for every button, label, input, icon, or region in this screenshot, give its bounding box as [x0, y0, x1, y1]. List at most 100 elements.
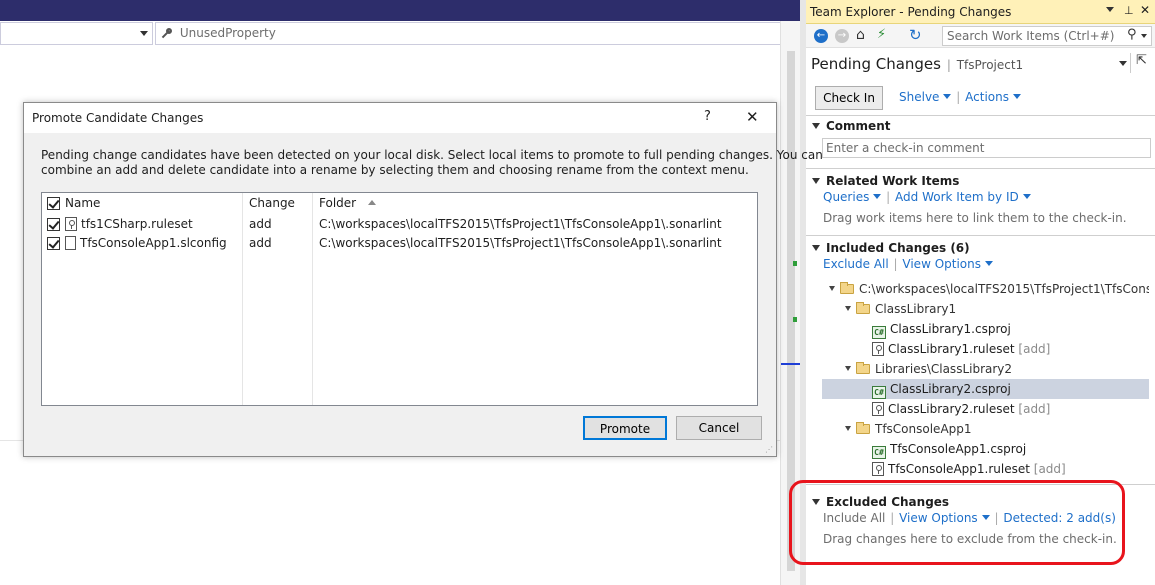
tree-folder[interactable]: TfsConsoleApp1 — [845, 419, 972, 439]
change-tag: [add] — [1033, 462, 1066, 476]
team-explorer-toolbar: ← → ⌂ ⚡ ↻ Search Work Items (Ctrl+#) ⚲ — [806, 24, 1155, 48]
root-path-label: C:\workspaces\localTFS2015\TfsProject1\T… — [859, 282, 1149, 296]
tree-file[interactable]: C# ClassLibrary1.csproj — [872, 319, 1011, 339]
queries-label: Queries — [823, 190, 870, 204]
tree-root-folder[interactable]: C:\workspaces\localTFS2015\TfsProject1\T… — [829, 279, 1149, 299]
check-in-button[interactable]: Check In — [815, 86, 883, 110]
shelve-link[interactable]: Shelve — [899, 90, 952, 104]
file-label: TfsConsoleApp1.ruleset — [888, 462, 1030, 476]
folder-header-label: Folder — [319, 196, 357, 210]
included-changes-header[interactable]: Included Changes (6) — [812, 241, 970, 255]
search-icon[interactable]: ⚲ — [1127, 27, 1137, 42]
home-icon[interactable]: ⌂ — [856, 27, 865, 43]
resize-grip-icon[interactable]: ⋰ — [765, 445, 775, 455]
queries-link[interactable]: Queries — [823, 190, 882, 204]
exclude-all-link[interactable]: Exclude All — [823, 257, 889, 271]
close-icon[interactable]: ✕ — [1140, 3, 1150, 17]
row-name-label: tfs1CSharp.ruleset — [81, 217, 193, 231]
editor-tab-strip — [0, 0, 800, 21]
tree-file-selected[interactable]: C# ClassLibrary2.csproj — [872, 379, 1011, 399]
row-name-label: TfsConsoleApp1.slconfig — [80, 236, 227, 250]
check-in-comment-input[interactable]: Enter a check-in comment — [822, 138, 1151, 158]
page-title[interactable]: Pending Changes — [811, 55, 941, 73]
ruleset-icon — [65, 217, 77, 231]
related-links: Queries | Add Work Item by ID — [823, 190, 1031, 204]
close-button[interactable]: ✕ — [746, 108, 759, 126]
chevron-down-icon — [1012, 94, 1021, 99]
pin-icon[interactable]: ⊥ — [1124, 4, 1134, 17]
file-label: TfsConsoleApp1.csproj — [890, 442, 1027, 456]
select-all-checkbox[interactable] — [47, 195, 60, 213]
actions-label: Actions — [965, 90, 1009, 104]
view-options-label: View Options — [902, 257, 981, 271]
chevron-down-icon[interactable] — [1141, 34, 1147, 38]
column-header-change[interactable]: Change — [249, 194, 295, 212]
file-icon — [65, 236, 76, 250]
chevron-down-icon — [985, 261, 993, 266]
comment-section-header[interactable]: Comment — [812, 119, 890, 133]
csproj-icon: C# — [872, 386, 886, 399]
forward-icon[interactable]: → — [835, 29, 849, 43]
included-header: Included Changes (6) — [826, 241, 970, 255]
table-row-name[interactable]: TfsConsoleApp1.slconfig — [65, 234, 227, 252]
dialog-title: Promote Candidate Changes — [32, 111, 204, 125]
tree-file[interactable]: C# TfsConsoleApp1.csproj — [872, 439, 1026, 459]
ruleset-icon — [872, 462, 884, 476]
promote-candidate-dialog: Promote Candidate Changes ? ✕ Pending ch… — [23, 102, 823, 457]
actions-link[interactable]: Actions — [965, 90, 1021, 104]
page-menu-icon[interactable] — [1119, 61, 1127, 66]
row-folder: C:\workspaces\localTFS2015\TfsProject1\T… — [319, 236, 722, 250]
tree-folder[interactable]: ClassLibrary1 — [845, 299, 956, 319]
window-menu-icon[interactable] — [1106, 7, 1114, 12]
comment-placeholder: Enter a check-in comment — [826, 141, 985, 155]
sort-ascending-icon — [367, 200, 376, 205]
help-button[interactable]: ? — [704, 109, 711, 124]
project-name: TfsProject1 — [956, 58, 1024, 72]
tree-file[interactable]: ClassLibrary2.ruleset [add] — [872, 399, 1050, 419]
nav-type-dropdown[interactable] — [0, 22, 153, 45]
candidate-list[interactable]: Name Change Folder tfs1CSharp.ruleset ad… — [41, 192, 758, 406]
undock-icon[interactable]: ⇱ — [1136, 53, 1147, 68]
file-label: ClassLibrary2.ruleset — [888, 402, 1015, 416]
wrench-icon — [160, 28, 172, 40]
view-options-link[interactable]: View Options — [902, 257, 993, 271]
column-separator — [312, 193, 313, 405]
section-divider — [806, 235, 1155, 236]
row-change: add — [249, 217, 272, 231]
collapse-triangle-icon — [812, 245, 820, 251]
row-change: add — [249, 236, 272, 250]
nav-member-dropdown[interactable]: UnusedProperty — [155, 22, 797, 45]
add-work-item-link[interactable]: Add Work Item by ID — [895, 190, 1031, 204]
tree-file[interactable]: TfsConsoleApp1.ruleset [add] — [872, 459, 1066, 479]
expand-triangle-icon — [845, 306, 851, 311]
folder-label: TfsConsoleApp1 — [875, 422, 972, 436]
change-tag: [add] — [1018, 402, 1051, 416]
column-separator — [242, 193, 243, 405]
refresh-icon[interactable]: ↻ — [909, 26, 922, 44]
row-checkbox[interactable] — [47, 235, 60, 253]
folder-icon — [856, 302, 870, 314]
tree-file[interactable]: ClassLibrary1.ruleset [add] — [872, 339, 1050, 359]
related-work-items-header[interactable]: Related Work Items — [812, 174, 959, 188]
collapse-triangle-icon — [812, 123, 820, 129]
folder-label: ClassLibrary1 — [875, 302, 957, 316]
expand-triangle-icon — [845, 366, 851, 371]
search-work-items-input[interactable]: Search Work Items (Ctrl+#) ⚲ — [942, 26, 1152, 46]
table-row-name[interactable]: tfs1CSharp.ruleset — [65, 215, 193, 233]
chevron-down-icon — [943, 94, 952, 99]
column-header-folder[interactable]: Folder — [319, 194, 376, 212]
folder-label: Libraries\ClassLibrary2 — [875, 362, 1013, 376]
cancel-button[interactable]: Cancel — [676, 416, 762, 440]
column-header-name[interactable]: Name — [65, 194, 100, 212]
description-line: combine an add and delete candidate into… — [41, 163, 749, 177]
row-checkbox[interactable] — [47, 216, 60, 234]
folder-icon — [840, 282, 854, 294]
connect-plug-icon[interactable]: ⚡ — [877, 27, 886, 42]
change-marker — [793, 261, 797, 266]
collapse-triangle-icon — [812, 178, 820, 184]
change-marker — [793, 317, 797, 322]
promote-button[interactable]: Promote — [583, 416, 667, 440]
highlight-annotation — [789, 480, 1125, 565]
back-icon[interactable]: ← — [814, 29, 828, 43]
tree-folder[interactable]: Libraries\ClassLibrary2 — [845, 359, 1012, 379]
